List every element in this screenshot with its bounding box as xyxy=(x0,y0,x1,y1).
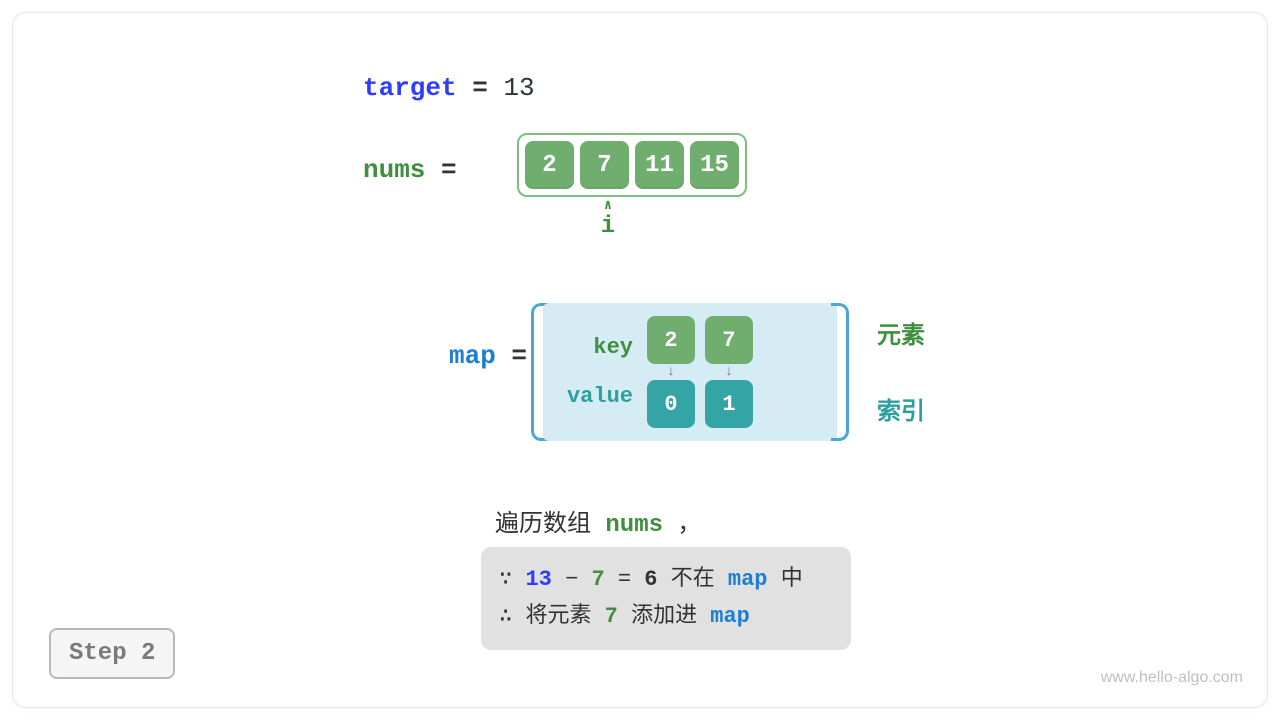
desc-text: ， xyxy=(677,512,701,539)
pointer-symbol: i xyxy=(593,213,623,241)
array-cell: 15 xyxy=(690,141,739,189)
index-pointer: ∧ i xyxy=(593,199,623,241)
map-key-cell: 7 xyxy=(705,316,753,364)
element-label: 元素 xyxy=(877,315,925,351)
arrow-down-icon: ↓ xyxy=(725,368,733,376)
eq-sign: = xyxy=(441,155,457,185)
target-row: target = 13 xyxy=(363,73,535,103)
desc-var: nums xyxy=(605,512,663,539)
map-value-cell: 1 xyxy=(705,380,753,428)
map-word: map xyxy=(728,567,768,592)
index-label: 索引 xyxy=(877,391,925,427)
map-side-labels: 元素 索引 xyxy=(877,315,925,427)
nums-label: nums xyxy=(363,155,425,185)
description-line: 遍历数组 nums ， xyxy=(495,503,701,539)
array-cell: 7 xyxy=(580,141,629,189)
array-cell: 11 xyxy=(635,141,684,189)
arrow-down-icon: ↓ xyxy=(667,368,675,376)
reason-therefore: ∴ 将元素 7 添加进 map xyxy=(499,598,833,635)
step-badge: Step 2 xyxy=(49,628,175,679)
watermark: www.hello-algo.com xyxy=(1101,669,1243,687)
num: 6 xyxy=(644,567,657,592)
map-value-cell: 0 xyxy=(647,380,695,428)
because-symbol: ∵ xyxy=(499,567,512,592)
target-value: 13 xyxy=(503,73,534,103)
map-word: map xyxy=(710,604,750,629)
map-box: key value 2 ↓ 0 7 ↓ 1 xyxy=(543,303,837,441)
target-label: target xyxy=(363,73,457,103)
reasoning-box: ∵ 13 − 7 = 6 不在 map 中 ∴ 将元素 7 添加进 map xyxy=(481,547,851,650)
pointer-arrow-icon: ∧ xyxy=(593,199,623,213)
nums-array: 2 7 11 15 xyxy=(517,133,747,197)
key-label: key xyxy=(557,335,633,360)
map-key-cell: 2 xyxy=(647,316,695,364)
text: 添加进 xyxy=(631,604,710,629)
nums-label-row: nums = xyxy=(363,155,457,185)
num: 13 xyxy=(525,567,551,592)
text: 不在 xyxy=(671,567,728,592)
bracket-right-icon xyxy=(831,303,849,441)
eq-sign: = xyxy=(472,73,488,103)
map-columns: 2 ↓ 0 7 ↓ 1 xyxy=(647,316,753,428)
reason-because: ∵ 13 − 7 = 6 不在 map 中 xyxy=(499,561,833,598)
map-row-labels: key value xyxy=(557,335,647,409)
num: 7 xyxy=(591,567,604,592)
array-cell: 2 xyxy=(525,141,574,189)
therefore-symbol: ∴ xyxy=(499,604,512,629)
step-label: Step 2 xyxy=(69,640,155,667)
map-entry: 2 ↓ 0 xyxy=(647,316,695,428)
minus-sign: − xyxy=(565,567,578,592)
value-label: value xyxy=(557,384,633,409)
num: 7 xyxy=(605,604,618,629)
map-entry: 7 ↓ 1 xyxy=(705,316,753,428)
eq-sign: = xyxy=(618,567,631,592)
text: 将元素 xyxy=(525,604,604,629)
desc-text: 遍历数组 xyxy=(495,512,605,539)
text: 中 xyxy=(781,567,803,592)
diagram-card: target = 13 nums = 2 7 11 15 ∧ i map = k… xyxy=(12,12,1268,708)
eq-sign: = xyxy=(511,341,527,371)
map-label: map xyxy=(449,341,496,371)
map-label-row: map = xyxy=(449,341,527,371)
